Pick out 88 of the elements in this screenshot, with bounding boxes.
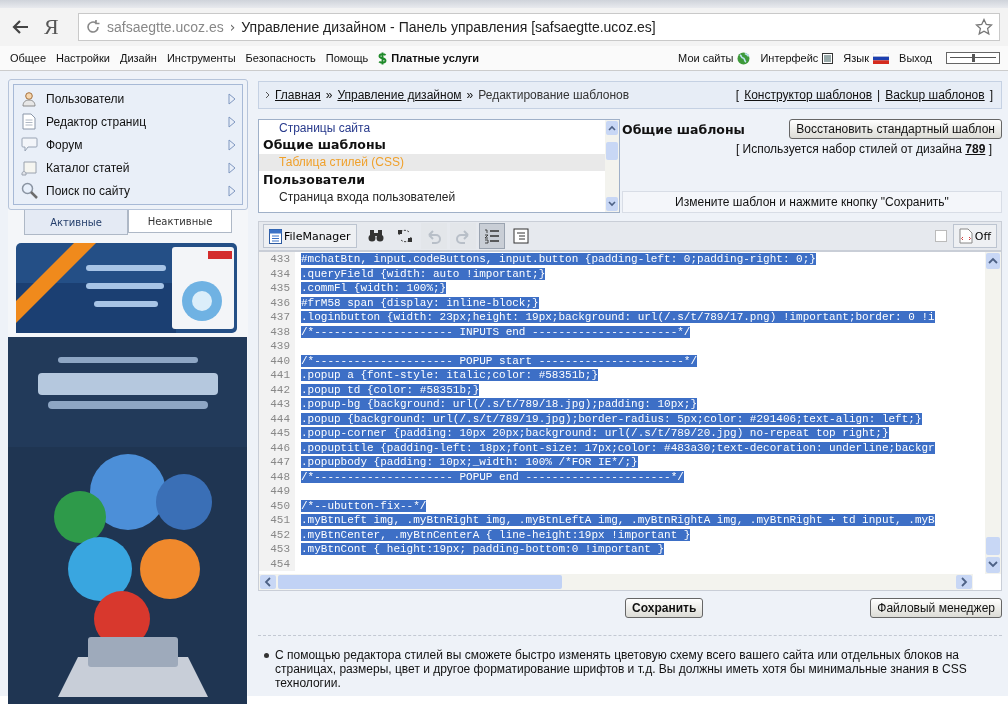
checkbox[interactable]: [934, 230, 947, 242]
breadcrumb-separator: »: [325, 88, 333, 102]
line-number: 449: [259, 484, 295, 499]
section-heading: Общие шаблоны: [622, 121, 745, 137]
triangle-icon[interactable]: [228, 161, 236, 174]
sidebar-item[interactable]: Редактор страниц: [46, 114, 220, 129]
bracket: [: [735, 88, 740, 102]
list-button[interactable]: [478, 223, 505, 249]
address-field[interactable]: safsaegtte.ucoz.es › Управление дизайном - Панель управления [safsaegtte.ucoz.es]: [78, 13, 1000, 41]
line-number: 439: [259, 339, 295, 354]
search-icon: [20, 182, 38, 199]
menu-item[interactable]: Помощь: [325, 52, 369, 64]
breadcrumb-link[interactable]: Управление дизайном: [337, 88, 462, 102]
list-icon: [482, 227, 501, 245]
sidebar-item[interactable]: Каталог статей: [46, 160, 220, 175]
template-item[interactable]: Страница входа пользователей: [259, 189, 605, 206]
save-button[interactable]: Сохранить: [625, 598, 704, 618]
line-number: 433: [259, 252, 295, 267]
header-link[interactable]: Конструктор шаблонов: [744, 88, 873, 102]
redo-icon: [453, 227, 472, 245]
bullet-icon: [264, 653, 269, 658]
template-group-heading: Общие шаблоны: [262, 136, 387, 154]
breadcrumb-link[interactable]: Главная: [275, 88, 321, 102]
window-icon: [822, 52, 834, 64]
scroll-icon: [20, 159, 38, 176]
triangle-icon[interactable]: [228, 92, 236, 105]
highlight-toggle[interactable]: Off: [952, 224, 997, 248]
triangle-icon[interactable]: [228, 184, 236, 197]
breadcrumb-current: Редактирование шаблонов: [478, 88, 630, 102]
line-number: 445: [259, 426, 295, 441]
code-editor[interactable]: [258, 251, 1002, 591]
design-note: [ Используется набор стилей от дизайна 789 ]: [734, 142, 993, 156]
template-group-heading: Пользователи: [262, 171, 366, 189]
breadcrumb-separator: »: [466, 88, 474, 102]
bracket: ]: [989, 88, 993, 102]
document-icon: [22, 113, 36, 130]
menu-item[interactable]: Язык: [843, 52, 870, 64]
design-link[interactable]: 789: [965, 142, 986, 156]
tab[interactable]: Неактивные: [128, 210, 232, 233]
line-number: 437: [259, 310, 295, 325]
chevron-icon: [265, 91, 270, 99]
menu-item[interactable]: Мои сайты: [678, 52, 734, 64]
flag-icon: [873, 52, 890, 64]
menu-item[interactable]: Настройки: [56, 52, 110, 64]
scrollbar[interactable]: [259, 574, 973, 590]
document-icon: [269, 228, 282, 244]
replace-icon: [395, 227, 414, 245]
template-list[interactable]: Страницы сайта Общие шаблоны Таблица стилей (CSS) Пользователи Страница входа пользователей: [258, 119, 620, 213]
sidebar-item[interactable]: Поиск по сайту: [46, 183, 220, 198]
globe-icon: [737, 51, 751, 65]
file-manager-button[interactable]: Файловый менеджер: [870, 598, 1002, 618]
menu-item[interactable]: Общее: [10, 52, 47, 64]
back-icon[interactable]: [12, 19, 30, 35]
line-number: 441: [259, 368, 295, 383]
line-number: 443: [259, 397, 295, 412]
scrollbar[interactable]: [605, 120, 619, 212]
help-text: С помощью редактора стилей вы сможете быстро изменять цветовую схему всего вашего сайта или отдельных блоков на страницах, размеры, цвет и другое форматирование шрифтов и т.д. Вы должны иметь хотя бы минимальные знания в CSS технологии.: [275, 648, 968, 690]
speech-bubble-icon: [20, 137, 38, 152]
zoom-slider[interactable]: [946, 52, 1000, 64]
reload-icon[interactable]: [85, 19, 101, 35]
menu-item[interactable]: Интерфейс: [760, 52, 819, 64]
tab[interactable]: Активные: [24, 210, 128, 235]
dollar-icon: [378, 51, 388, 65]
sidebar-item[interactable]: Форум: [46, 137, 220, 152]
scrollbar[interactable]: [985, 252, 1001, 574]
line-number: 451: [259, 513, 295, 528]
document-icon: [511, 227, 530, 245]
line-number: 435: [259, 281, 295, 296]
menu-item[interactable]: Инструменты: [166, 52, 236, 64]
sidebar-item[interactable]: Пользователи: [46, 91, 220, 106]
line-number: 453: [259, 542, 295, 557]
header-link[interactable]: Backup шаблонов: [885, 88, 985, 102]
code-page-icon: [958, 228, 973, 244]
user-icon: [21, 90, 37, 107]
triangle-icon[interactable]: [228, 138, 236, 151]
restore-button[interactable]: Восстановить стандартный шаблон: [789, 119, 1002, 139]
browser-logo[interactable]: Я: [44, 14, 64, 40]
line-number: 447: [259, 455, 295, 470]
hint-bar: Измените шаблон и нажмите кнопку "Сохранить": [622, 191, 1002, 213]
file-manager-button[interactable]: FileManager: [263, 224, 357, 248]
menu-item[interactable]: Дизайн: [119, 52, 157, 64]
template-item[interactable]: Страницы сайта: [259, 120, 605, 136]
link-divider: |: [877, 88, 881, 102]
menu-item[interactable]: Выход: [899, 52, 932, 64]
star-icon[interactable]: [975, 18, 993, 36]
menu-item[interactable]: Платные услуги: [391, 52, 480, 64]
triangle-icon[interactable]: [228, 115, 236, 128]
menu-item[interactable]: Безопасность: [245, 52, 316, 64]
